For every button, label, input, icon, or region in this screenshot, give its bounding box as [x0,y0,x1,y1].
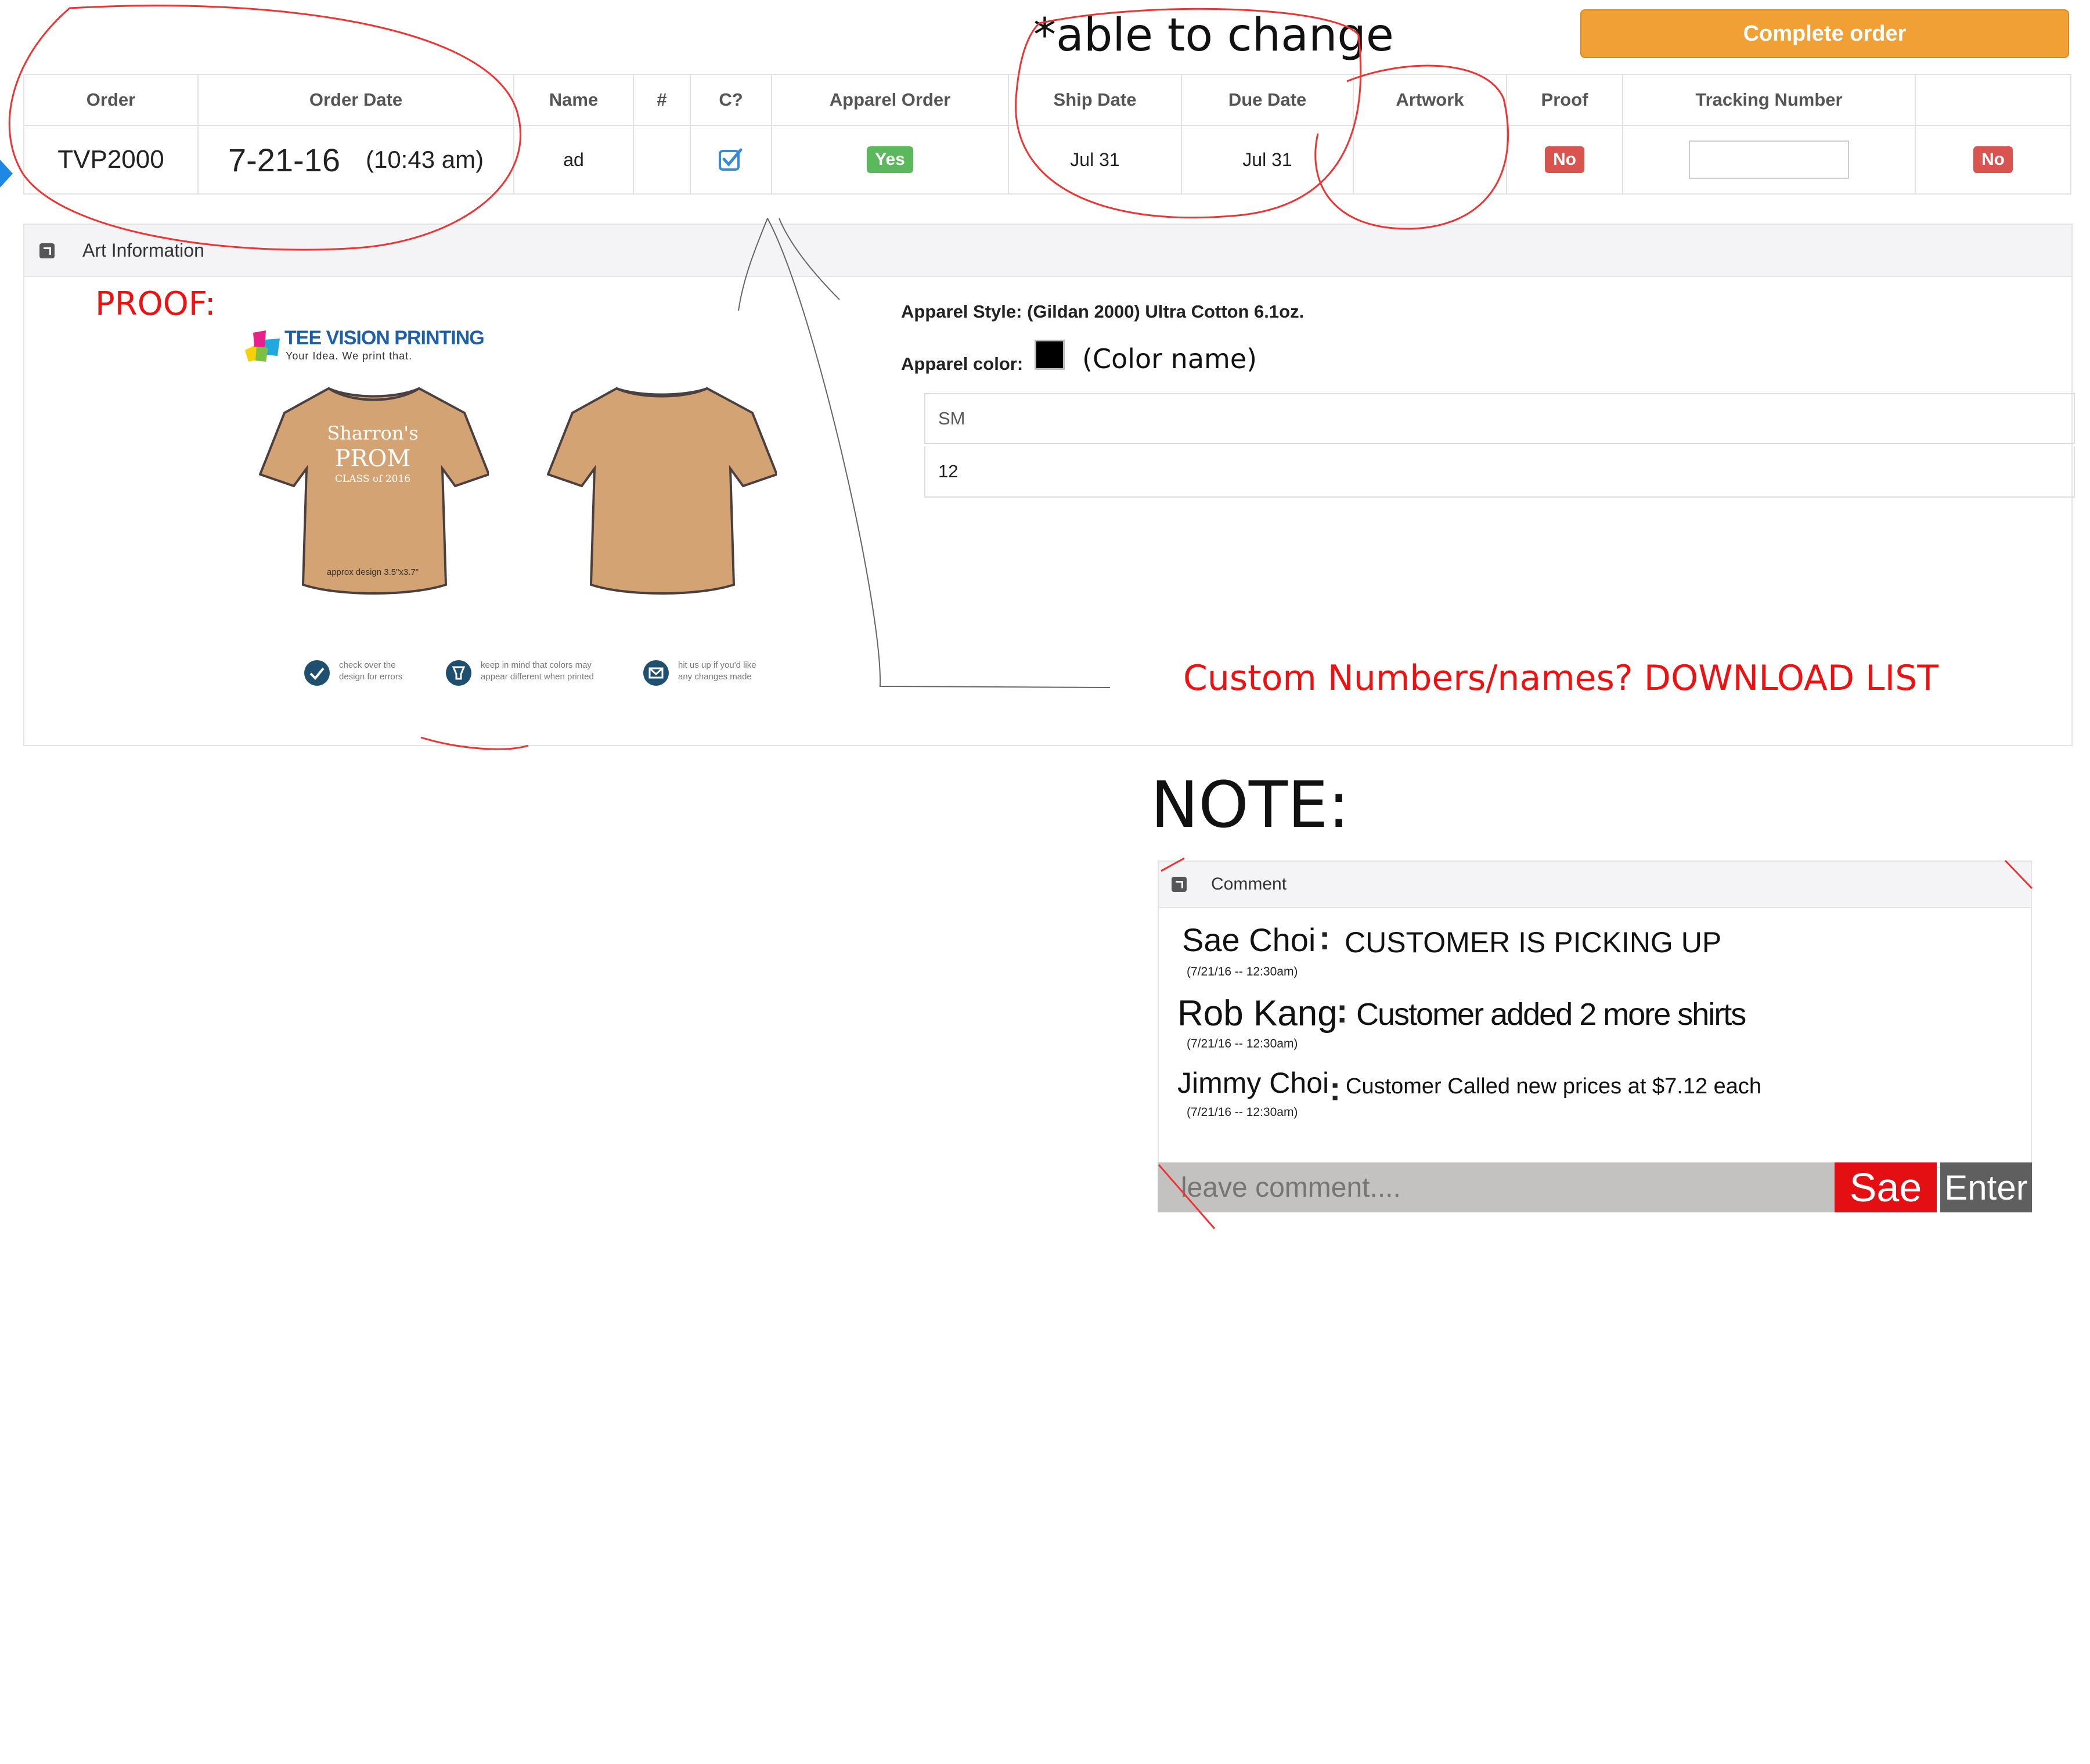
brand-logo-mark-icon [245,330,280,362]
col-header-due-date[interactable]: Due Date [1182,75,1354,126]
cell-proof[interactable]: No [1507,126,1623,193]
download-list-link[interactable]: Custom Numbers/names? DOWNLOAD LIST [1183,658,1938,699]
proof-note-3-line-1: hit us up if you'd like [678,660,756,670]
orders-table: Order Order Date Name # C? Apparel Order… [23,74,2071,195]
proof-note-2-line-1: keep in mind that colors may [481,660,592,670]
annotation-proof: PROOF: [95,285,216,323]
save-comment-button[interactable]: Sae [1835,1162,1937,1212]
row-pointer [0,160,13,188]
order-time-text: (10:43 am) [365,146,484,173]
comment-text: Customer added 2 more shirts [1356,997,1746,1032]
proof-note-2-line-2: appear different when printed [481,672,594,682]
apparel-color-swatch[interactable] [1035,340,1065,370]
proof-note-1: check over the design for errors [303,654,442,689]
col-header-order-date[interactable]: Order Date [199,75,514,126]
tshirt-back-image [547,387,777,595]
cell-number[interactable] [634,126,691,193]
comment-item: Jimmy Choi (7/21/16 -- 12:30am) : Custom… [1177,1066,2013,1130]
proof-note-3: hit us up if you'd like any changes made [642,654,793,689]
comments-panel-title: Comment [1211,874,1287,894]
comments-panel: Comment Sae Choi (7/21/16 -- 12:30am) : … [1158,861,2032,1168]
brand-logo: TEE VISION PRINTING Your Idea. We print … [239,323,485,376]
proof-note-1-line-2: design for errors [339,672,403,682]
col-header-checked[interactable]: C? [691,75,772,126]
extra-status-badge[interactable]: No [1973,146,2013,173]
comment-timestamp: (7/21/16 -- 12:30am) [1187,965,1298,978]
apparel-style: Apparel Style: (Gildan 2000) Ultra Cotto… [901,301,1304,322]
col-header-order[interactable]: Order [24,75,199,126]
cell-extra[interactable]: No [1916,126,2070,193]
comment-item: Sae Choi (7/21/16 -- 12:30am) : CUSTOMER… [1182,919,2018,985]
complete-order-button[interactable]: Complete order [1580,9,2069,58]
apparel-color-name: (Color name) [1082,343,1257,375]
cell-checked[interactable] [691,126,772,193]
cell-tracking-number[interactable] [1623,126,1916,193]
cell-apparel-order[interactable]: Yes [772,126,1009,193]
comment-separator: : [1329,1070,1341,1108]
proof-badge[interactable]: No [1545,146,1584,173]
art-panel-header[interactable]: Art Information [24,225,2071,277]
apparel-style-value: (Gildan 2000) Ultra Cotton 6.1oz. [1027,301,1305,322]
comment-separator: : [1319,919,1331,957]
mail-icon [643,660,669,686]
brand-name: TEE VISION PRINTING [284,327,485,349]
col-header-artwork[interactable]: Artwork [1354,75,1507,126]
paint-bucket-icon [446,660,471,686]
comment-author: Sae Choi [1182,921,1316,958]
size-header-cell: SM [924,393,2075,444]
shirt-design-line-3: CLASS of 2016 [334,473,411,485]
tracking-number-input[interactable] [1689,141,1849,179]
cell-order-id[interactable]: TVP2000 [24,126,199,193]
tshirt-front-image [259,387,489,595]
apparel-style-label: Apparel Style: [901,301,1022,322]
col-header-extra [1916,75,2070,126]
comment-timestamp: (7/21/16 -- 12:30am) [1187,1037,1298,1050]
cell-name[interactable]: ad [514,126,634,193]
proof-image: TEE VISION PRINTING Your Idea. We print … [239,323,820,730]
proof-note-1-line-1: check over the [339,660,396,670]
note-heading: NOTE: [1151,768,1350,842]
expand-icon[interactable] [39,243,55,258]
comment-timestamp: (7/21/16 -- 12:30am) [1187,1106,1298,1119]
shirt-design-line-2: PROM [334,445,411,472]
comment-text: Customer Called new prices at $7.12 each [1346,1074,1762,1099]
comment-text: CUSTOMER IS PICKING UP [1345,926,1722,959]
apparel-order-badge[interactable]: Yes [867,146,913,173]
comments-panel-header[interactable]: Comment [1159,862,2031,908]
comment-author: Rob Kang [1177,993,1338,1034]
enter-comment-button[interactable]: Enter [1940,1162,2032,1212]
apparel-color-label: Apparel color: [901,354,1024,374]
order-date-text: 7-21-16 [228,141,340,178]
shirt-design-line-1: Sharron's [327,422,419,444]
check-icon [304,660,330,686]
art-information-panel: Art Information PROOF: TEE VISION PRINTI… [23,224,2075,746]
proof-note-2: keep in mind that colors may appear diff… [445,654,630,689]
cell-ship-date[interactable]: Jul 31 [1009,126,1182,193]
cell-order-date[interactable]: 7-21-16 (10:43 am) [199,126,514,193]
comment-separator: : [1336,992,1348,1030]
approx-design-size: approx design 3.5"x3.7" [326,567,419,577]
comment-author: Jimmy Choi [1177,1067,1329,1099]
checkbox-checked-icon[interactable] [718,146,744,173]
col-header-ship-date[interactable]: Ship Date [1009,75,1182,126]
comment-item: Rob Kang (7/21/16 -- 12:30am) : Customer… [1177,992,2013,1057]
brand-tagline: Your Idea. We print that. [286,350,413,362]
col-header-number[interactable]: # [634,75,691,126]
comment-input[interactable] [1158,1162,1835,1212]
expand-icon[interactable] [1172,877,1187,892]
col-header-tracking-number[interactable]: Tracking Number [1623,75,1916,126]
size-quantity-cell[interactable]: 12 [924,447,2075,498]
col-header-apparel-order[interactable]: Apparel Order [772,75,1009,126]
art-panel-title: Art Information [82,240,204,261]
annotation-able-to-change: *able to change [1033,9,1394,62]
cell-due-date[interactable]: Jul 31 [1182,126,1354,193]
col-header-name[interactable]: Name [514,75,634,126]
col-header-proof[interactable]: Proof [1507,75,1623,126]
cell-artwork[interactable] [1354,126,1507,193]
proof-note-3-line-2: any changes made [678,672,752,682]
